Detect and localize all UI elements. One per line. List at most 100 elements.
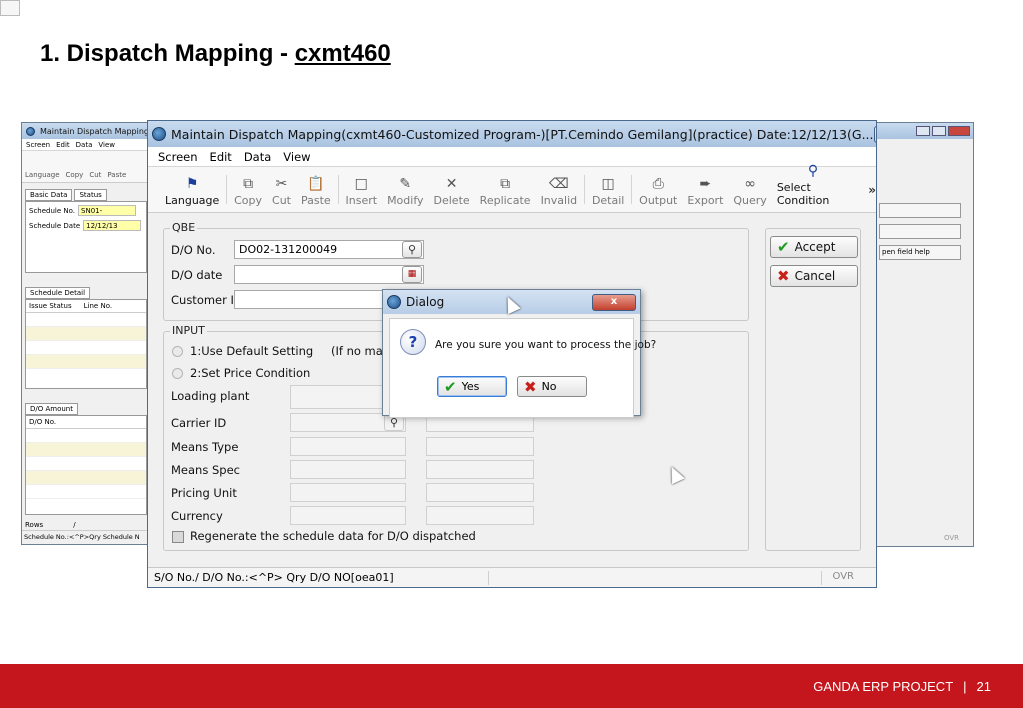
select-condition-label: Select Condition (776, 181, 830, 207)
table-row[interactable] (26, 485, 146, 499)
search-icon[interactable]: ⚲ (402, 241, 422, 258)
do-date-input[interactable]: ▦ (234, 265, 424, 284)
paste-label: Paste (300, 194, 331, 207)
no-button[interactable]: ✖ No (517, 376, 587, 397)
menu-screen[interactable]: Screen (158, 150, 198, 164)
toolbar-divider (337, 175, 339, 204)
invalid-button[interactable]: ⌫ Invalid (536, 167, 583, 212)
carrier-id-label: Carrier ID (171, 416, 227, 430)
minimize-button[interactable]: — (873, 125, 876, 143)
currency-input[interactable] (290, 506, 406, 525)
cut-label: Cut (272, 194, 291, 207)
table-row[interactable] (26, 429, 146, 443)
detail-icon: ◫ (601, 176, 615, 192)
bg-amount-grid: D/O No. (25, 415, 147, 515)
bg-menu-view[interactable]: View (98, 141, 115, 149)
copy-button[interactable]: ⧉ Copy (229, 167, 267, 212)
toolbar-overflow-button[interactable]: » (868, 183, 876, 197)
detail-label: Detail (591, 194, 625, 207)
bg-amount-tabs: D/O Amount (25, 403, 147, 415)
radio-price-condition[interactable] (172, 368, 183, 379)
means-type-input[interactable] (290, 437, 406, 456)
bg-schedule-date-field[interactable]: 12/12/13 (83, 220, 142, 231)
dialog-message: Are you sure you want to process the job… (435, 339, 657, 351)
paste-button[interactable]: 📋 Paste (296, 167, 336, 212)
minimize-icon[interactable] (916, 126, 930, 136)
output-button[interactable]: ⎙ Output (634, 167, 682, 212)
accept-button[interactable]: ✔ Accept (770, 236, 858, 258)
query-button[interactable]: ∞ Query (728, 167, 771, 212)
do-no-input[interactable]: DO02-131200049 ⚲ (234, 240, 424, 259)
dialog-close-button[interactable]: x (592, 293, 636, 311)
bg-tab-status[interactable]: Status (74, 189, 107, 201)
table-row[interactable] (26, 327, 146, 341)
main-statusbar: S/O No./ D/O No.:<^P> Qry D/O NO[oea01] … (148, 567, 876, 587)
output-label: Output (639, 194, 678, 207)
menu-edit[interactable]: Edit (210, 150, 232, 164)
bg-right-help-field[interactable]: pen field help (879, 245, 961, 260)
delete-button[interactable]: ✕ Delete (429, 167, 475, 212)
bg-tb-paste[interactable]: Paste (107, 171, 126, 179)
trash-icon: ⌫ (548, 176, 569, 192)
table-row[interactable] (26, 457, 146, 471)
bg-tab-schedule-detail[interactable]: Schedule Detail (25, 287, 91, 299)
customer-id-label: Customer ID (171, 293, 243, 307)
binoculars-icon: ∞ (744, 176, 756, 192)
means-spec-input[interactable] (290, 460, 406, 479)
close-icon[interactable] (948, 126, 970, 136)
currency-label: Currency (171, 509, 223, 523)
replicate-button[interactable]: ⧉ Replicate (475, 167, 536, 212)
table-row[interactable] (26, 443, 146, 457)
language-label: Language (165, 194, 220, 207)
bg-tb-copy[interactable]: Copy (66, 171, 84, 179)
bg-tab-do-amount[interactable]: D/O Amount (25, 403, 78, 415)
main-toolbar: ⚑ Language ⧉ Copy ✂ Cut 📋 Paste □ Insert ✎ Mod… (148, 163, 876, 213)
dialog-title: Dialog (406, 295, 445, 309)
regenerate-checkbox[interactable] (172, 531, 184, 543)
insert-button[interactable]: □ Insert (341, 167, 383, 212)
bg-menu-edit[interactable]: Edit (56, 141, 70, 149)
page-number: 21 (976, 678, 991, 694)
do-no-label: D/O No. (171, 243, 216, 257)
modify-button[interactable]: ✎ Modify (382, 167, 428, 212)
bg-menu-screen[interactable]: Screen (26, 141, 50, 149)
cancel-button[interactable]: ✖ Cancel (770, 265, 858, 287)
menu-view[interactable]: View (283, 150, 310, 164)
calendar-icon[interactable]: ▦ (402, 266, 422, 283)
bg-schedule-no-row: Schedule No. SN01- (29, 205, 143, 216)
modify-label: Modify (387, 194, 424, 207)
bg-right-field-2[interactable] (879, 224, 961, 239)
bg-schedule-no-field[interactable]: SN01- (78, 205, 137, 216)
flag-icon: ⚑ (185, 176, 199, 192)
bg-detail-grid: Issue Status Line No. (25, 299, 147, 389)
detail-button[interactable]: ◫ Detail (587, 167, 629, 212)
bg-tb-cut[interactable]: Cut (89, 171, 101, 179)
table-row[interactable] (26, 313, 146, 327)
bg-right-field-1[interactable] (879, 203, 961, 218)
export-button[interactable]: ➨ Export (682, 167, 728, 212)
yes-button[interactable]: ✔ Yes (437, 376, 507, 397)
bg-tab-basic-data[interactable]: Basic Data (25, 189, 73, 201)
pricing-unit-desc (426, 483, 534, 502)
means-spec-label: Means Spec (171, 463, 240, 477)
select-condition-button[interactable]: ⚲ Select Condition (772, 163, 854, 212)
status-divider (821, 571, 822, 585)
bg-left-tabs: Basic Data Status (25, 189, 147, 201)
menu-data[interactable]: Data (244, 150, 271, 164)
pricing-unit-label: Pricing Unit (171, 486, 237, 500)
cut-button[interactable]: ✂ Cut (267, 167, 296, 212)
table-row[interactable] (26, 471, 146, 485)
means-spec-desc (426, 460, 534, 479)
bg-schedule-date-row: Schedule Date 12/12/13 (29, 220, 143, 231)
pricing-unit-input[interactable] (290, 483, 406, 502)
delete-label: Delete (433, 194, 470, 207)
default-setting-label: 1:Use Default Setting (190, 344, 314, 358)
bg-tb-language[interactable]: Language (25, 171, 60, 179)
table-row[interactable] (26, 355, 146, 369)
bg-schedule-no-label: Schedule No. (29, 206, 76, 215)
maximize-icon[interactable] (932, 126, 946, 136)
language-button[interactable]: ⚑ Language (160, 167, 224, 212)
bg-menu-data[interactable]: Data (76, 141, 93, 149)
table-row[interactable] (26, 341, 146, 355)
radio-default-setting[interactable] (172, 346, 183, 357)
